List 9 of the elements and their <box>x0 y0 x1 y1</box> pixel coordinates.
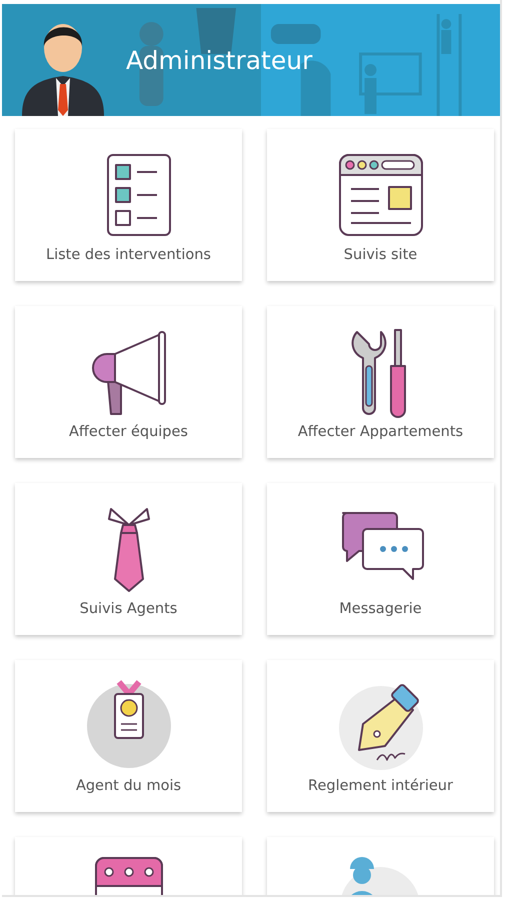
menu-tile[interactable]: Affecter Appartements <box>267 306 494 458</box>
menu-tile[interactable]: Suivis Agents <box>15 483 242 635</box>
menu-tile[interactable]: Suivis site <box>267 129 494 281</box>
menu-tile[interactable]: Liste des interventions <box>15 129 242 281</box>
menu-tile[interactable]: Agent du mois <box>15 660 242 812</box>
menu-tile[interactable]: Affecter équipes <box>15 306 242 458</box>
header-title: Administrateur <box>126 46 312 74</box>
menu-tile[interactable]: Messagerie <box>267 483 494 635</box>
menu-tile[interactable]: Reglement intérieur <box>267 660 494 812</box>
